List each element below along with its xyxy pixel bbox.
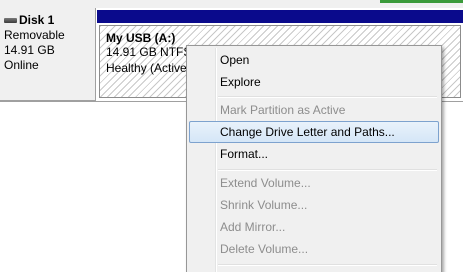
disk-management-view: Disk 1 Removable 14.91 GB Online My USB …	[0, 0, 463, 272]
menu-item-mark-active[interactable]: Mark Partition as Active	[189, 99, 439, 121]
menu-item-add-mirror[interactable]: Add Mirror...	[189, 216, 439, 238]
disk-size: 14.91 GB	[4, 43, 55, 57]
menu-item-delete-volume[interactable]: Delete Volume...	[189, 238, 439, 260]
disk-status: Online	[4, 58, 39, 72]
top-strip	[0, 0, 463, 8]
menu-item-change-drive-letter[interactable]: Change Drive Letter and Paths...	[189, 121, 439, 143]
volume-header-bar	[97, 10, 463, 23]
top-volume-bar	[380, 0, 463, 3]
menu-item-extend-volume[interactable]: Extend Volume...	[189, 172, 439, 194]
disk-type: Removable	[4, 28, 65, 42]
context-menu: Open Explore Mark Partition as Active Ch…	[186, 45, 442, 272]
menu-item-format[interactable]: Format...	[189, 143, 439, 165]
disk-title-row: Disk 1	[4, 13, 54, 27]
disk-info-panel[interactable]: Disk 1 Removable 14.91 GB Online	[0, 8, 96, 101]
volume-size-fs: 14.91 GB NTFS	[106, 45, 192, 59]
menu-item-shrink-volume[interactable]: Shrink Volume...	[189, 194, 439, 216]
disk-name: Disk 1	[19, 13, 55, 27]
menu-separator	[218, 96, 437, 98]
menu-separator	[218, 264, 437, 266]
removable-disk-icon	[4, 17, 17, 23]
menu-item-open[interactable]: Open	[189, 49, 439, 71]
menu-separator	[218, 169, 437, 171]
volume-health: Healthy (Active	[106, 61, 187, 75]
volume-title: My USB (A:)	[106, 31, 176, 45]
menu-item-explore[interactable]: Explore	[189, 71, 439, 93]
